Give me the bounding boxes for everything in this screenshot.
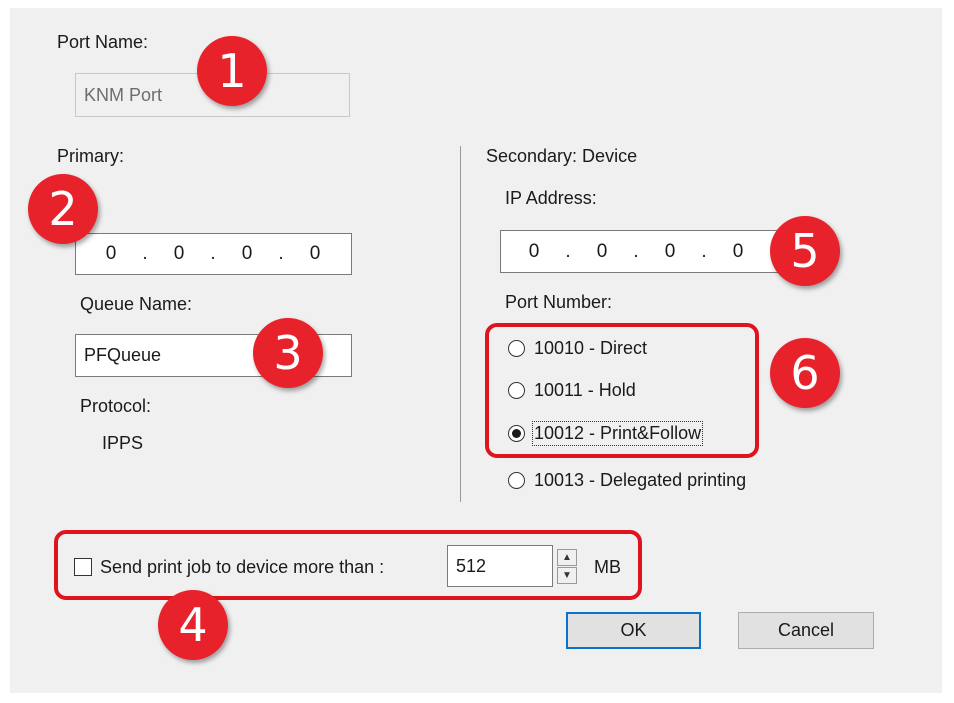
callout-badge-3: 3: [253, 318, 323, 388]
callout-badge-1: 1: [197, 36, 267, 106]
protocol-value: IPPS: [102, 433, 144, 453]
callout-badge-2: 2: [28, 174, 98, 244]
ip-octet-1: 0: [105, 243, 117, 264]
port-number-label: Port Number:: [505, 292, 613, 312]
section-divider: [460, 146, 461, 502]
ip-dot: .: [142, 243, 148, 264]
protocol-label: Protocol:: [80, 396, 152, 416]
radio-button[interactable]: [508, 472, 525, 489]
callout-badge-4: 4: [158, 590, 228, 660]
ip-octet-3: 0: [241, 243, 253, 264]
ip-octet-2: 0: [173, 243, 185, 264]
port-options-highlight: [485, 323, 759, 458]
ip-dot: .: [633, 240, 639, 262]
ip-dot: .: [565, 240, 571, 262]
port-option-label: 10013 - Delegated printing: [534, 470, 747, 490]
send-threshold-highlight: [54, 530, 642, 600]
callout-badge-5: 5: [770, 216, 840, 286]
ip-address-label: IP Address:: [505, 188, 597, 208]
port-name-label: Port Name:: [57, 32, 149, 52]
port-settings-dialog: Port Name: KNM Port Primary: 0 . 0 . 0 .…: [10, 8, 942, 693]
ip-dot: .: [701, 240, 707, 262]
port-option-10013[interactable]: 10013 - Delegated printing: [508, 470, 746, 491]
callout-badge-6: 6: [770, 338, 840, 408]
queue-name-label: Queue Name:: [80, 294, 193, 314]
ip-octet-4: 0: [309, 243, 321, 264]
secondary-ip-field[interactable]: 0 . 0 . 0 . 0: [500, 230, 780, 273]
primary-ip-field[interactable]: 0 . 0 . 0 . 0: [75, 233, 352, 275]
ip-octet-4: 0: [732, 240, 744, 262]
ip-octet-1: 0: [528, 240, 540, 262]
cancel-button[interactable]: Cancel: [738, 612, 874, 649]
ip-octet-2: 0: [596, 240, 608, 262]
ok-button[interactable]: OK: [566, 612, 701, 649]
ip-dot: .: [210, 243, 216, 264]
primary-heading: Primary:: [57, 146, 124, 166]
ip-dot: .: [278, 243, 284, 264]
secondary-heading: Secondary: Device: [486, 146, 638, 166]
ip-octet-3: 0: [664, 240, 676, 262]
